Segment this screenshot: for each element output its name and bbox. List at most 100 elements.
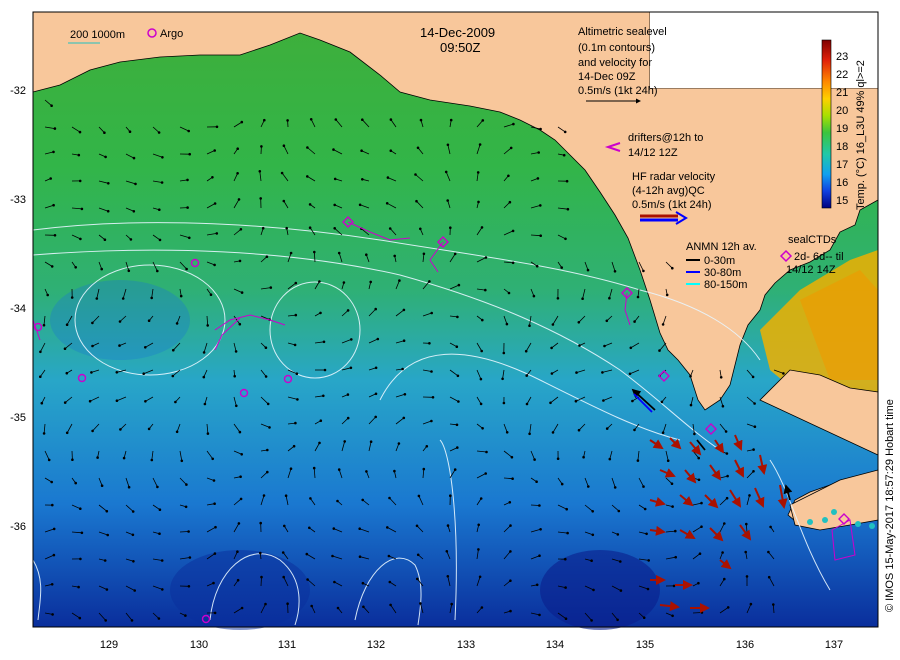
velocity-arrow-head [698,552,702,555]
velocity-arrow-head [171,374,175,378]
velocity-arrow-head [78,179,82,183]
velocity-arrow-head [577,428,581,432]
velocity-arrow-head [133,589,137,592]
velocity-arrow-head [721,404,725,408]
velocity-arrow-head [343,440,347,443]
velocity-arrow-head [560,266,563,269]
velocity-arrow-head [261,226,265,230]
velocity-arrow-head [106,533,109,537]
velocity-arrow-head [233,374,237,378]
velocity-arrow-head [280,171,284,175]
velocity-arrow-head [358,555,362,558]
velocity-arrow-head [346,309,350,312]
velocity-arrow-head [80,207,84,211]
velocity-arrow-head [331,554,334,558]
velocity-arrow-head [374,307,378,311]
svg-text:0-30m: 0-30m [704,255,735,267]
velocity-arrow-head [237,198,241,201]
velocity-arrow-head [187,530,190,533]
velocity-arrow-head [144,345,147,349]
velocity-arrow-head [186,206,189,209]
velocity-arrow-head [697,581,700,585]
velocity-arrow-head [485,450,488,454]
velocity-arrow-head [389,603,392,607]
velocity-arrow-head [337,468,341,471]
velocity-arrow-head [456,374,460,378]
svg-text:drifters@12h to: drifters@12h to [628,132,703,144]
velocity-arrow-head [415,577,419,581]
velocity-arrow-head [603,344,606,348]
velocity-arrow-head [333,227,337,230]
velocity-arrow-head [608,457,612,461]
velocity-arrow-head [312,466,316,470]
velocity-arrow-head [65,323,69,327]
velocity-arrow-head [79,507,82,511]
velocity-arrow-head [52,150,55,154]
velocity-arrow-head [131,533,135,537]
velocity-arrow-head [265,448,269,452]
lon-tick: 135 [636,639,654,651]
velocity-arrow-head [551,323,555,326]
velocity-arrow-head [50,503,54,507]
velocity-arrow-head [147,427,151,431]
seal-ctd-legend: sealCTDs 2d- 6d-- til 14/12 14Z [779,234,844,276]
velocity-arrow-head [211,457,215,461]
velocity-arrow-head [128,130,132,134]
svg-text:14/12 12Z: 14/12 12Z [628,147,678,159]
velocity-arrow-head [286,119,289,122]
velocity-arrow-head [751,375,755,379]
velocity-arrow-head [511,229,515,233]
svg-text:0.5m/s (1kt 24h): 0.5m/s (1kt 24h) [578,85,657,97]
velocity-arrow-head [295,372,299,376]
velocity-arrow-head [70,296,74,299]
velocity-arrow-head [425,444,429,448]
velocity-arrow-head [450,602,454,606]
velocity-arrow-head [322,340,326,344]
velocity-arrow-head [445,549,449,553]
velocity-arrow-head [131,510,135,513]
velocity-arrow-head [239,228,243,231]
velocity-arrow-head [393,469,396,473]
velocity-arrow-head [332,527,336,530]
velocity-arrow-head [284,494,288,498]
velocity-arrow-head [697,478,701,482]
lon-tick: 129 [100,639,118,651]
velocity-arrow-head [121,297,125,300]
velocity-arrow-head [455,423,459,427]
velocity-arrow-head [132,559,135,563]
velocity-arrow-head [484,472,488,475]
velocity-arrow-head [358,527,362,530]
velocity-arrow-head [206,324,210,327]
velocity-arrow-head [185,483,188,486]
velocity-arrow-head [238,259,242,263]
velocity-arrow-head [78,616,82,620]
velocity-arrow-head [260,145,263,148]
velocity-arrow-head [721,551,724,554]
velocity-arrow-head [266,402,270,406]
velocity-arrow-head [184,505,188,509]
velocity-arrow-head [175,322,179,325]
longitude-axis: 129 130 131 132 133 134 135 136 137 [100,639,843,651]
velocity-arrow-head [53,127,57,130]
velocity-arrow-head [636,295,640,299]
velocity-arrow-head [105,509,109,513]
velocity-arrow-head [771,603,775,606]
velocity-arrow-head [415,199,418,203]
velocity-arrow-head [305,552,309,556]
velocity-arrow-head [360,178,364,181]
velocity-arrow-head [365,470,368,473]
velocity-arrow-head [385,526,389,529]
velocity-arrow-head [309,497,312,500]
velocity-arrow-head [645,532,648,536]
velocity-arrow-head [103,238,107,242]
velocity-arrow-head [643,507,647,511]
velocity-arrow-head [528,432,531,436]
velocity-arrow-head [91,344,94,348]
velocity-arrow-head [264,346,268,350]
velocity-arrow-head [184,614,187,617]
velocity-arrow-head [539,127,542,131]
velocity-arrow-head [63,401,67,404]
velocity-arrow-head [186,178,189,182]
velocity-arrow-head [700,501,703,505]
velocity-arrow-head [388,496,391,500]
